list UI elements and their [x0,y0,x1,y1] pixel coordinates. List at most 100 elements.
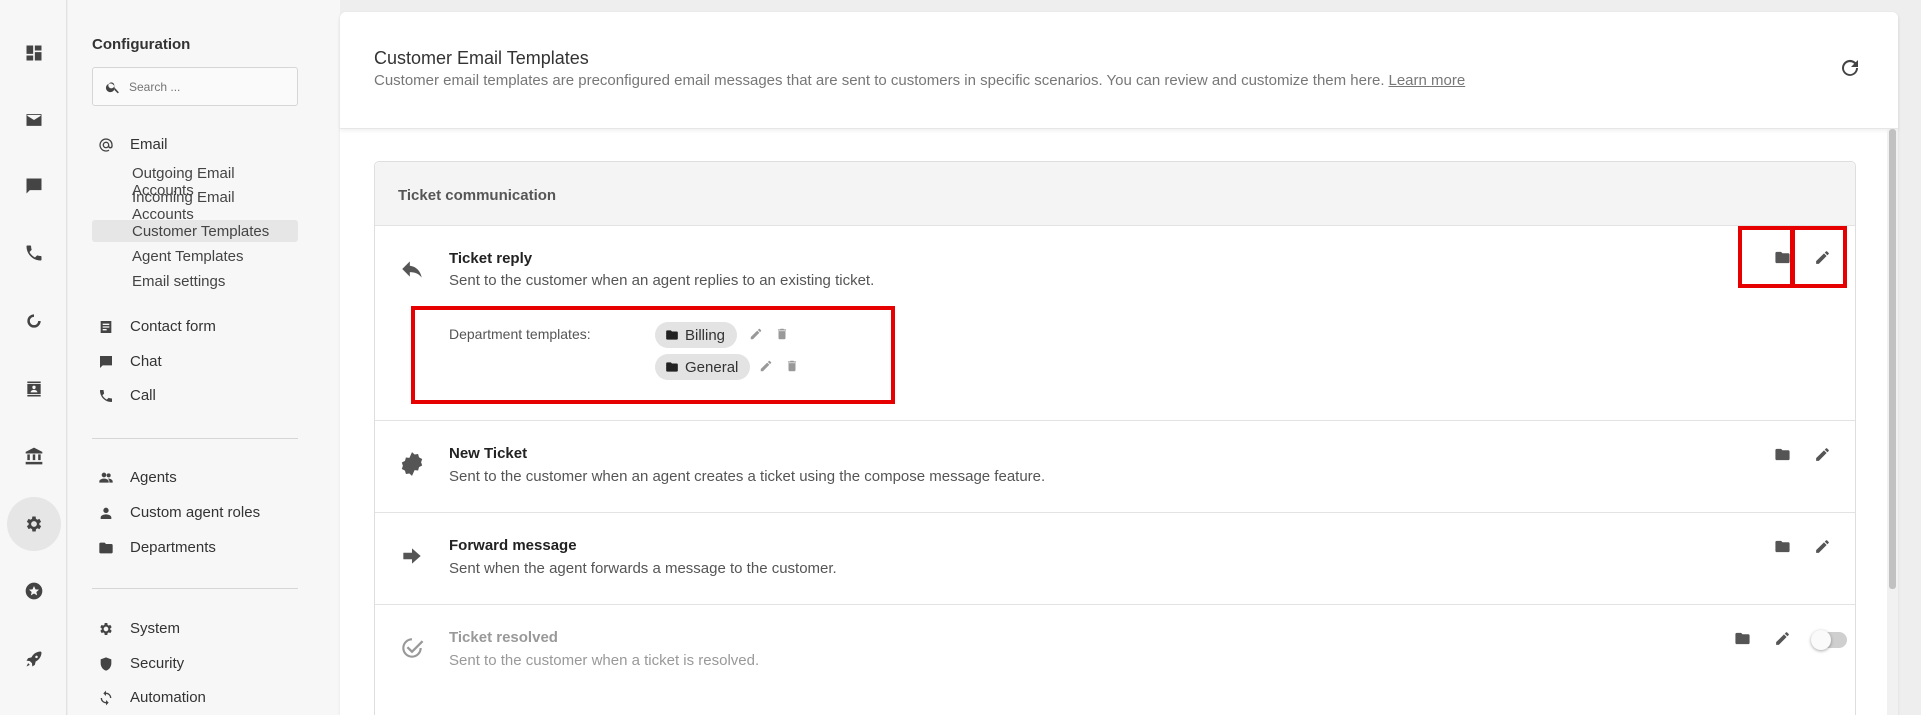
bank-icon [25,447,42,465]
pencil-icon [1815,539,1829,553]
dashboard-icon [26,45,41,61]
highlight-department-templates [411,306,895,404]
sidebar-item-label: Automation [130,689,206,706]
reply-icon [399,256,425,282]
card-header: Ticket communication [375,162,1855,226]
template-title: Ticket reply [449,250,533,267]
automation-icon [100,690,112,705]
sidebar-item-departments[interactable]: Departments [92,539,216,556]
person-icon [100,507,112,519]
sidebar-item-label: Chat [130,353,162,370]
sidebar-divider [92,438,298,439]
arrow-right-icon [399,543,425,569]
template-description: Sent to the customer when an agent repli… [449,272,875,289]
template-title: Forward message [449,537,577,554]
sidebar-item-label: Contact form [130,318,216,335]
template-row-new-ticket: New Ticket Sent to the customer when an … [375,421,1855,513]
configuration-sidebar: Configuration Email Outgoing Email Accou… [68,0,395,715]
contacts-icon [26,381,41,397]
settings-nav-highlight [6,497,61,551]
sidebar-item-label: Call [130,387,156,404]
template-description: Sent when the agent forwards a message t… [449,560,837,577]
template-row-ticket-reply: Ticket reply Sent to the customer when a… [375,226,1855,421]
sidebar-item-chat[interactable]: Chat [92,353,162,370]
check-circle-icon [399,635,425,661]
enable-toggle[interactable] [1811,630,1847,650]
sidebar-subitem-incoming-accounts[interactable]: Incoming Email Accounts [92,189,298,223]
folder-button[interactable] [1771,535,1793,557]
folder-icon [99,542,113,553]
phone-icon [26,245,41,261]
sidebar-item-label: Agents [130,469,177,486]
edit-button[interactable] [1771,627,1793,649]
folder-button[interactable] [1731,627,1753,649]
page-description: Customer email templates are preconfigur… [374,72,1465,89]
pencil-icon [1815,447,1829,461]
page-header: Customer Email Templates Customer email … [340,12,1898,129]
badge-icon [399,451,425,477]
sidebar-item-label: Email [130,136,168,153]
form-icon [100,320,112,333]
chat-icon [26,178,41,194]
bank-nav[interactable] [0,428,67,484]
sidebar-item-label: Departments [130,539,216,556]
sidebar-divider [92,588,298,589]
template-title: New Ticket [449,445,528,462]
highlight-edit-button [1791,226,1847,288]
onboarding-nav[interactable] [0,631,67,687]
refresh-button[interactable] [1838,56,1862,80]
folder-icon [1774,448,1790,460]
folder-icon [1774,540,1790,552]
folder-button[interactable] [1771,443,1793,465]
sidebar-item-contact-form[interactable]: Contact form [92,318,216,335]
contacts-nav[interactable] [0,361,67,417]
sidebar-item-label: Custom agent roles [130,504,261,521]
phone-nav[interactable] [0,225,67,281]
sidebar-item-label: System [130,620,181,637]
email-nav[interactable] [0,92,67,148]
edit-button[interactable] [1811,535,1833,557]
shield-icon [100,656,112,671]
page-title: Customer Email Templates [374,48,589,68]
icon-rail [0,0,67,715]
dashboard-nav[interactable] [0,25,67,81]
sidebar-subitem-agent-templates[interactable]: Agent Templates [92,245,298,267]
star-icon [25,582,42,600]
status-nav[interactable] [0,293,67,349]
template-row-ticket-resolved: Ticket resolved Sent to the customer whe… [375,605,1855,697]
page-description-text: Customer email templates are preconfigur… [374,72,1385,89]
search-icon [105,81,119,93]
sidebar-item-email[interactable]: Email [92,136,168,153]
favorites-nav[interactable] [0,563,67,619]
pencil-icon [1775,631,1789,645]
edit-button[interactable] [1811,443,1833,465]
sidebar-item-call[interactable]: Call [92,387,156,404]
sidebar-item-automation[interactable]: Automation [92,689,206,706]
scrollbar[interactable] [1887,129,1898,715]
refresh-icon [1842,59,1858,76]
learn-more-link[interactable]: Learn more [1389,72,1466,89]
ticket-communication-card: Ticket communication Ticket reply Sent t… [374,161,1856,715]
sidebar-subitem-email-settings[interactable]: Email settings [92,270,298,292]
sidebar-item-label: Security [130,655,185,672]
agents-icon [99,472,113,483]
chat-icon [100,355,112,368]
sidebar-item-agents[interactable]: Agents [92,469,177,486]
rocket-icon [26,651,41,667]
settings-nav[interactable] [0,496,67,552]
toggle-knob [1811,630,1831,650]
sidebar-item-security[interactable]: Security [92,655,184,672]
search-input[interactable] [129,79,279,94]
sidebar-item-system[interactable]: System [92,620,180,637]
sidebar-subitem-customer-templates[interactable]: Customer Templates [92,220,298,242]
sidebar-item-custom-agent-roles[interactable]: Custom agent roles [92,504,260,521]
template-title: Ticket resolved [449,629,558,646]
search-box[interactable] [92,67,298,106]
chat-nav[interactable] [0,158,67,214]
gear-icon [26,516,41,532]
section-title: Ticket communication [398,187,557,204]
email-icon [26,114,41,126]
scrollbar-thumb[interactable] [1889,129,1896,589]
phone-icon [100,389,112,402]
main-panel: Customer Email Templates Customer email … [340,12,1898,715]
